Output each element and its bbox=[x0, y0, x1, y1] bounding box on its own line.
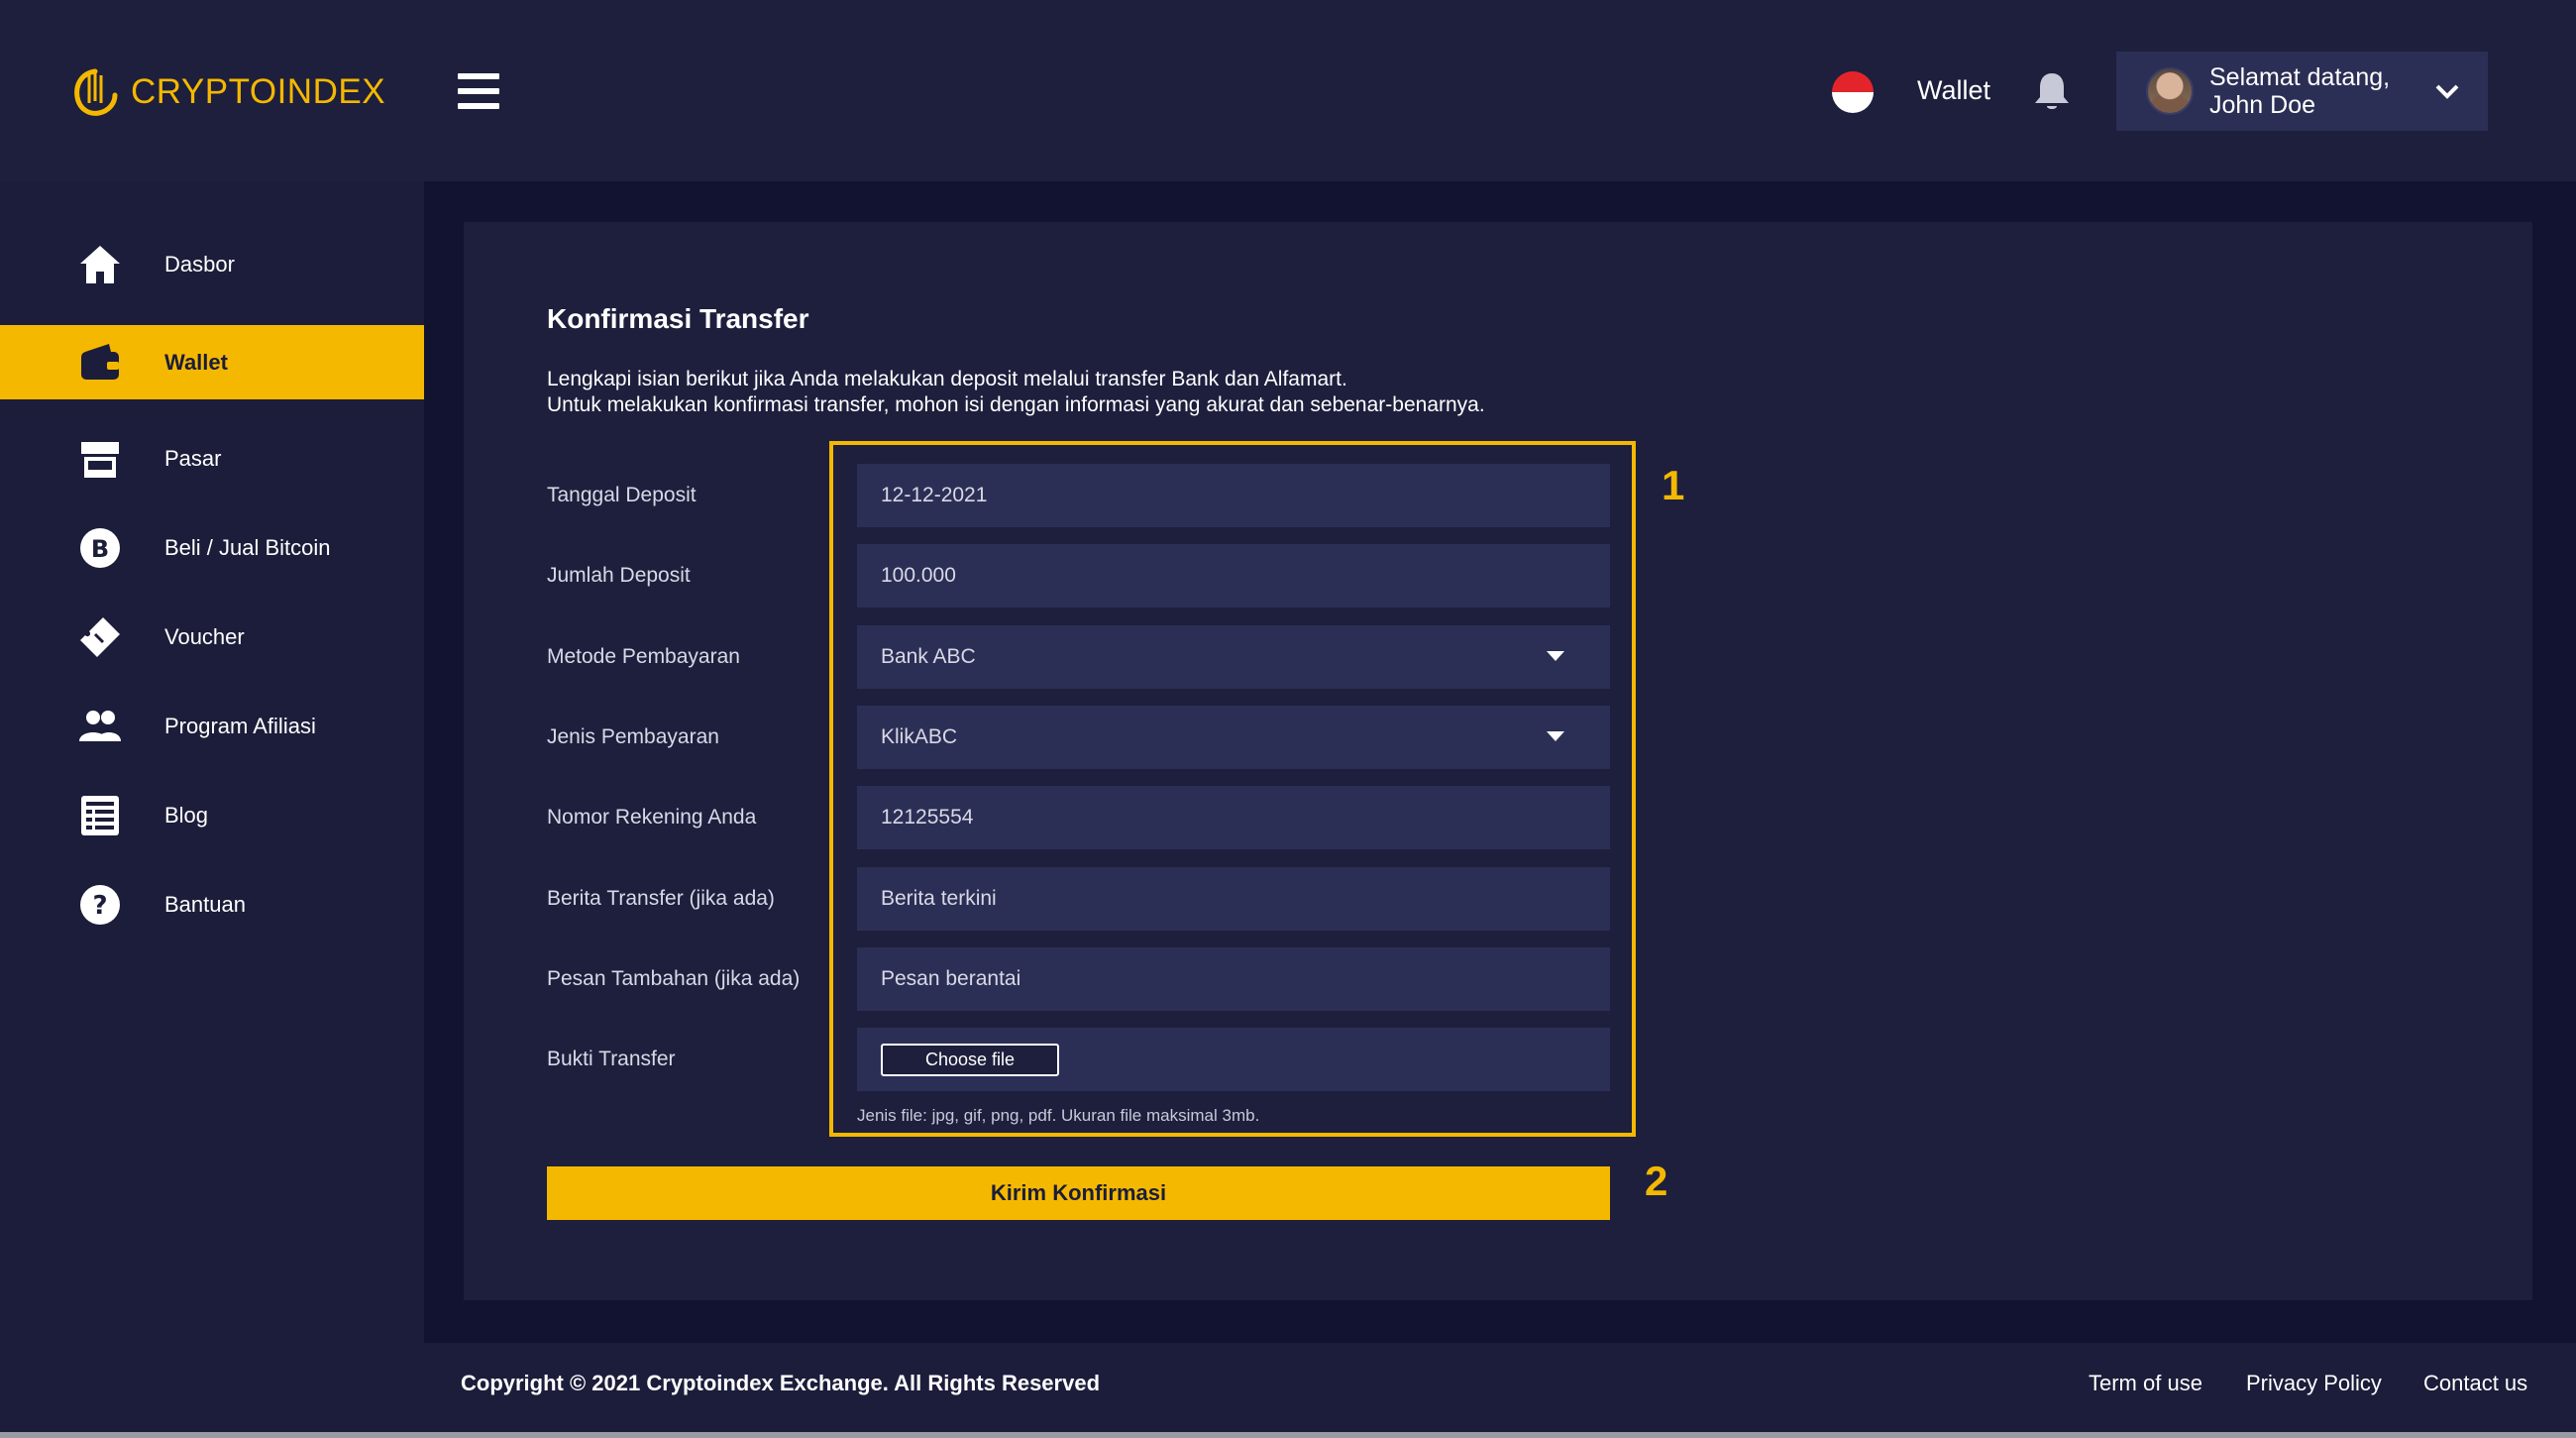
sidebar-item-label: Dasbor bbox=[164, 251, 235, 277]
logo-text: CRYPTOINDEX bbox=[131, 72, 386, 111]
form-row-jenis: Jenis Pembayaran KlikABC bbox=[547, 706, 1637, 769]
jenis-pembayaran-select[interactable]: KlikABC bbox=[857, 706, 1610, 769]
form-row-jumlah: Jumlah Deposit 100.000 bbox=[547, 544, 1637, 608]
form-row-metode: Metode Pembayaran Bank ABC bbox=[547, 625, 1637, 689]
field-label: Berita Transfer (jika ada) bbox=[547, 887, 775, 910]
home-icon bbox=[77, 242, 123, 287]
sidebar-item-dasbor[interactable]: Dasbor bbox=[0, 227, 424, 301]
field-value: 12125554 bbox=[881, 806, 974, 829]
annotation-marker-2: 2 bbox=[1645, 1158, 1668, 1204]
footer-link-privacy[interactable]: Privacy Policy bbox=[2246, 1371, 2382, 1396]
field-value: KlikABC bbox=[881, 725, 958, 748]
sidebar-item-label: Beli / Jual Bitcoin bbox=[164, 534, 331, 560]
avatar bbox=[2146, 67, 2194, 115]
field-label: Bukti Transfer bbox=[547, 1048, 676, 1070]
form-row-tanggal: Tanggal Deposit 12-12-2021 bbox=[547, 464, 1637, 527]
berita-transfer-input[interactable]: Berita terkini bbox=[857, 867, 1610, 931]
sidebar-item-label: Bantuan bbox=[164, 891, 246, 917]
user-menu[interactable]: Selamat datang, John Doe bbox=[2116, 52, 2488, 131]
bukti-transfer-file: Choose file bbox=[857, 1028, 1610, 1091]
intro-line-1: Lengkapi isian berikut jika Anda melakuk… bbox=[547, 368, 1347, 390]
svg-text:B: B bbox=[91, 535, 109, 563]
sidebar-item-afiliasi[interactable]: Program Afiliasi bbox=[0, 689, 424, 763]
list-icon bbox=[77, 793, 123, 838]
sidebar-item-blog[interactable]: Blog bbox=[0, 778, 424, 852]
tanggal-deposit-input[interactable]: 12-12-2021 bbox=[857, 464, 1610, 527]
sidebar-item-label: Wallet bbox=[164, 349, 228, 375]
jumlah-deposit-input[interactable]: 100.000 bbox=[857, 544, 1610, 608]
file-hint-text: Jenis file: jpg, gif, png, pdf. Ukuran f… bbox=[857, 1106, 1260, 1125]
choose-file-button[interactable]: Choose file bbox=[881, 1043, 1059, 1076]
caret-down-icon bbox=[1547, 651, 1564, 661]
greeting-text: Selamat datang, John Doe bbox=[2209, 63, 2391, 119]
caret-down-icon bbox=[1547, 731, 1564, 741]
field-value: Pesan berantai bbox=[881, 967, 1021, 990]
logo[interactable]: CRYPTOINDEX bbox=[69, 65, 385, 119]
field-value: 100.000 bbox=[881, 564, 956, 587]
field-label: Tanggal Deposit bbox=[547, 484, 697, 506]
sidebar-item-label: Program Afiliasi bbox=[164, 713, 316, 738]
field-value: Berita terkini bbox=[881, 887, 997, 910]
wallet-icon bbox=[77, 340, 123, 386]
annotation-marker-1: 1 bbox=[1662, 462, 1685, 508]
form-row-bukti: Bukti Transfer Choose file bbox=[547, 1028, 1637, 1091]
bottom-divider bbox=[0, 1432, 2576, 1438]
header-wallet-link[interactable]: Wallet bbox=[1917, 75, 1990, 106]
bitcoin-icon: B bbox=[77, 525, 123, 571]
copyright-text: Copyright © 2021 Cryptoindex Exchange. A… bbox=[461, 1371, 1101, 1395]
users-icon bbox=[77, 704, 123, 749]
sidebar-item-label: Blog bbox=[164, 802, 209, 828]
svg-text:?: ? bbox=[92, 891, 107, 921]
intro-line-2: Untuk melakukan konfirmasi transfer, moh… bbox=[547, 393, 1485, 416]
store-icon bbox=[77, 436, 123, 482]
sidebar-item-wallet[interactable]: Wallet bbox=[0, 325, 424, 399]
bell-icon[interactable] bbox=[2031, 69, 2073, 113]
field-label: Metode Pembayaran bbox=[547, 645, 740, 668]
footer-link-contact[interactable]: Contact us bbox=[2423, 1371, 2527, 1396]
field-value: 12-12-2021 bbox=[881, 484, 988, 506]
sidebar-item-label: Voucher bbox=[164, 623, 245, 649]
sidebar-item-bantuan[interactable]: ? Bantuan bbox=[0, 867, 424, 941]
field-label: Nomor Rekening Anda bbox=[547, 806, 757, 829]
chevron-down-icon[interactable] bbox=[2434, 79, 2460, 103]
submit-button[interactable]: Kirim Konfirmasi bbox=[547, 1166, 1610, 1220]
top-header: CRYPTOINDEX Wallet Selamat datang, John … bbox=[0, 0, 2576, 181]
nomor-rekening-input[interactable]: 12125554 bbox=[857, 786, 1610, 849]
field-label: Jumlah Deposit bbox=[547, 564, 691, 587]
form-row-rekening: Nomor Rekening Anda 12125554 bbox=[547, 786, 1637, 849]
menu-icon[interactable] bbox=[458, 73, 499, 109]
field-value: Bank ABC bbox=[881, 645, 976, 668]
field-label: Pesan Tambahan (jika ada) bbox=[547, 967, 801, 990]
sidebar-item-pasar[interactable]: Pasar bbox=[0, 421, 424, 496]
help-icon: ? bbox=[77, 882, 123, 928]
sidebar-item-bitcoin[interactable]: B Beli / Jual Bitcoin bbox=[0, 510, 424, 585]
footer-link-terms[interactable]: Term of use bbox=[2089, 1371, 2202, 1396]
ticket-icon bbox=[77, 614, 123, 660]
page-title: Konfirmasi Transfer bbox=[547, 303, 809, 334]
metode-pembayaran-select[interactable]: Bank ABC bbox=[857, 625, 1610, 689]
intro-text: Lengkapi isian berikut jika Anda melakuk… bbox=[547, 367, 1485, 418]
form-row-berita: Berita Transfer (jika ada) Berita terkin… bbox=[547, 867, 1637, 931]
field-label: Jenis Pembayaran bbox=[547, 725, 719, 748]
form-row-pesan: Pesan Tambahan (jika ada) Pesan berantai bbox=[547, 947, 1637, 1011]
flag-icon[interactable] bbox=[1832, 71, 1874, 113]
pesan-tambahan-input[interactable]: Pesan berantai bbox=[857, 947, 1610, 1011]
sidebar-item-voucher[interactable]: Voucher bbox=[0, 600, 424, 674]
logo-icon bbox=[74, 68, 118, 116]
sidebar-item-label: Pasar bbox=[164, 445, 222, 471]
